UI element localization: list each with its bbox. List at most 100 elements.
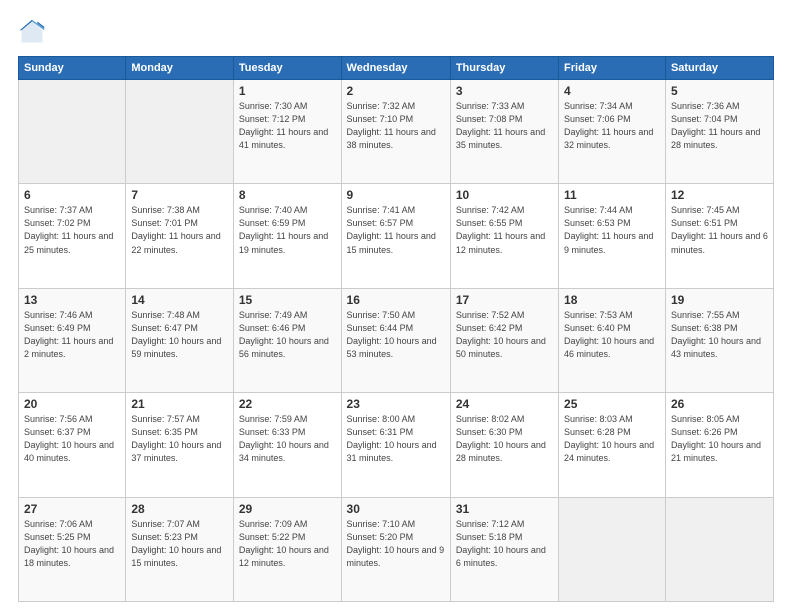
- day-number: 1: [239, 84, 336, 98]
- day-cell: [665, 497, 773, 601]
- day-cell: 21 Sunrise: 7:57 AM Sunset: 6:35 PM Dayli…: [126, 393, 234, 497]
- day-number: 7: [131, 188, 228, 202]
- col-header-sunday: Sunday: [19, 57, 126, 80]
- day-cell: 25 Sunrise: 8:03 AM Sunset: 6:28 PM Dayli…: [559, 393, 666, 497]
- day-cell: [19, 80, 126, 184]
- day-info: Sunrise: 7:41 AM Sunset: 6:57 PM Dayligh…: [347, 204, 445, 256]
- day-cell: 7 Sunrise: 7:38 AM Sunset: 7:01 PM Daylig…: [126, 184, 234, 288]
- day-number: 26: [671, 397, 768, 411]
- day-number: 18: [564, 293, 660, 307]
- day-cell: [126, 80, 234, 184]
- day-cell: 22Sunrise: 7:59 AM Sunset: 6:33 PM Dayli…: [233, 393, 341, 497]
- header: [18, 18, 774, 46]
- header-row: SundayMondayTuesdayWednesdayThursdayFrid…: [19, 57, 774, 80]
- day-cell: 6 Sunrise: 7:37 AM Sunset: 7:02 PM Daylig…: [19, 184, 126, 288]
- day-cell: 12 Sunrise: 7:45 AM Sunset: 6:51 PM Dayli…: [665, 184, 773, 288]
- day-info: Sunrise: 8:00 AM Sunset: 6:31 PM Dayligh…: [347, 413, 445, 465]
- day-info: Sunrise: 7:55 AM Sunset: 6:38 PM Dayligh…: [671, 309, 768, 361]
- day-number: 22: [239, 397, 336, 411]
- day-number: 9: [347, 188, 445, 202]
- day-number: 6: [24, 188, 120, 202]
- day-info: Sunrise: 7:07 AM Sunset: 5:23 PM Dayligh…: [131, 518, 228, 570]
- day-info: Sunrise: 7:32 AM Sunset: 7:10 PM Dayligh…: [347, 100, 445, 152]
- day-number: 25: [564, 397, 660, 411]
- day-number: 12: [671, 188, 768, 202]
- day-cell: 19 Sunrise: 7:55 AM Sunset: 6:38 PM Dayli…: [665, 288, 773, 392]
- day-info: Sunrise: 7:12 AM Sunset: 5:18 PM Dayligh…: [456, 518, 553, 570]
- day-number: 29: [239, 502, 336, 516]
- day-info: Sunrise: 7:48 AM Sunset: 6:47 PM Dayligh…: [131, 309, 228, 361]
- day-cell: 28 Sunrise: 7:07 AM Sunset: 5:23 PM Dayli…: [126, 497, 234, 601]
- col-header-wednesday: Wednesday: [341, 57, 450, 80]
- day-number: 20: [24, 397, 120, 411]
- day-info: Sunrise: 7:50 AM Sunset: 6:44 PM Dayligh…: [347, 309, 445, 361]
- day-number: 15: [239, 293, 336, 307]
- day-info: Sunrise: 7:56 AM Sunset: 6:37 PM Dayligh…: [24, 413, 120, 465]
- day-info: Sunrise: 8:02 AM Sunset: 6:30 PM Dayligh…: [456, 413, 553, 465]
- week-row-2: 6 Sunrise: 7:37 AM Sunset: 7:02 PM Daylig…: [19, 184, 774, 288]
- day-cell: 30Sunrise: 7:10 AM Sunset: 5:20 PM Dayli…: [341, 497, 450, 601]
- day-cell: 29 Sunrise: 7:09 AM Sunset: 5:22 PM Dayli…: [233, 497, 341, 601]
- week-row-3: 13Sunrise: 7:46 AM Sunset: 6:49 PM Dayli…: [19, 288, 774, 392]
- day-cell: 18 Sunrise: 7:53 AM Sunset: 6:40 PM Dayli…: [559, 288, 666, 392]
- day-cell: 23 Sunrise: 8:00 AM Sunset: 6:31 PM Dayli…: [341, 393, 450, 497]
- day-number: 23: [347, 397, 445, 411]
- col-header-monday: Monday: [126, 57, 234, 80]
- calendar-table: SundayMondayTuesdayWednesdayThursdayFrid…: [18, 56, 774, 602]
- day-info: Sunrise: 7:40 AM Sunset: 6:59 PM Dayligh…: [239, 204, 336, 256]
- day-info: Sunrise: 8:03 AM Sunset: 6:28 PM Dayligh…: [564, 413, 660, 465]
- day-info: Sunrise: 7:30 AM Sunset: 7:12 PM Dayligh…: [239, 100, 336, 152]
- day-info: Sunrise: 7:38 AM Sunset: 7:01 PM Dayligh…: [131, 204, 228, 256]
- day-cell: 20 Sunrise: 7:56 AM Sunset: 6:37 PM Dayli…: [19, 393, 126, 497]
- day-number: 3: [456, 84, 553, 98]
- calendar-page: SundayMondayTuesdayWednesdayThursdayFrid…: [0, 0, 792, 612]
- day-number: 14: [131, 293, 228, 307]
- day-info: Sunrise: 7:52 AM Sunset: 6:42 PM Dayligh…: [456, 309, 553, 361]
- col-header-friday: Friday: [559, 57, 666, 80]
- day-cell: 8 Sunrise: 7:40 AM Sunset: 6:59 PM Daylig…: [233, 184, 341, 288]
- day-info: Sunrise: 7:37 AM Sunset: 7:02 PM Dayligh…: [24, 204, 120, 256]
- day-number: 21: [131, 397, 228, 411]
- day-cell: 26 Sunrise: 8:05 AM Sunset: 6:26 PM Dayli…: [665, 393, 773, 497]
- day-cell: 5 Sunrise: 7:36 AM Sunset: 7:04 PM Daylig…: [665, 80, 773, 184]
- week-row-5: 27 Sunrise: 7:06 AM Sunset: 5:25 PM Dayli…: [19, 497, 774, 601]
- day-number: 28: [131, 502, 228, 516]
- day-cell: 16Sunrise: 7:50 AM Sunset: 6:44 PM Dayli…: [341, 288, 450, 392]
- day-info: Sunrise: 7:44 AM Sunset: 6:53 PM Dayligh…: [564, 204, 660, 256]
- day-info: Sunrise: 7:49 AM Sunset: 6:46 PM Dayligh…: [239, 309, 336, 361]
- day-cell: 13Sunrise: 7:46 AM Sunset: 6:49 PM Dayli…: [19, 288, 126, 392]
- day-number: 13: [24, 293, 120, 307]
- day-number: 30: [347, 502, 445, 516]
- col-header-tuesday: Tuesday: [233, 57, 341, 80]
- day-info: Sunrise: 7:42 AM Sunset: 6:55 PM Dayligh…: [456, 204, 553, 256]
- day-info: Sunrise: 8:05 AM Sunset: 6:26 PM Dayligh…: [671, 413, 768, 465]
- logo-icon: [18, 18, 46, 46]
- day-info: Sunrise: 7:34 AM Sunset: 7:06 PM Dayligh…: [564, 100, 660, 152]
- day-number: 2: [347, 84, 445, 98]
- day-info: Sunrise: 7:53 AM Sunset: 6:40 PM Dayligh…: [564, 309, 660, 361]
- day-number: 8: [239, 188, 336, 202]
- day-number: 10: [456, 188, 553, 202]
- day-info: Sunrise: 7:06 AM Sunset: 5:25 PM Dayligh…: [24, 518, 120, 570]
- day-number: 27: [24, 502, 120, 516]
- day-cell: 24 Sunrise: 8:02 AM Sunset: 6:30 PM Dayli…: [450, 393, 558, 497]
- day-info: Sunrise: 7:57 AM Sunset: 6:35 PM Dayligh…: [131, 413, 228, 465]
- col-header-thursday: Thursday: [450, 57, 558, 80]
- day-number: 24: [456, 397, 553, 411]
- day-cell: 2 Sunrise: 7:32 AM Sunset: 7:10 PM Daylig…: [341, 80, 450, 184]
- day-number: 31: [456, 502, 553, 516]
- day-cell: 3Sunrise: 7:33 AM Sunset: 7:08 PM Daylig…: [450, 80, 558, 184]
- day-number: 19: [671, 293, 768, 307]
- day-info: Sunrise: 7:09 AM Sunset: 5:22 PM Dayligh…: [239, 518, 336, 570]
- day-cell: 4Sunrise: 7:34 AM Sunset: 7:06 PM Daylig…: [559, 80, 666, 184]
- day-cell: 17Sunrise: 7:52 AM Sunset: 6:42 PM Dayli…: [450, 288, 558, 392]
- day-number: 5: [671, 84, 768, 98]
- day-info: Sunrise: 7:36 AM Sunset: 7:04 PM Dayligh…: [671, 100, 768, 152]
- week-row-4: 20 Sunrise: 7:56 AM Sunset: 6:37 PM Dayli…: [19, 393, 774, 497]
- week-row-1: 1 Sunrise: 7:30 AM Sunset: 7:12 PM Daylig…: [19, 80, 774, 184]
- logo: [18, 18, 52, 46]
- day-info: Sunrise: 7:45 AM Sunset: 6:51 PM Dayligh…: [671, 204, 768, 256]
- day-cell: 15 Sunrise: 7:49 AM Sunset: 6:46 PM Dayli…: [233, 288, 341, 392]
- day-cell: [559, 497, 666, 601]
- day-cell: 11Sunrise: 7:44 AM Sunset: 6:53 PM Dayli…: [559, 184, 666, 288]
